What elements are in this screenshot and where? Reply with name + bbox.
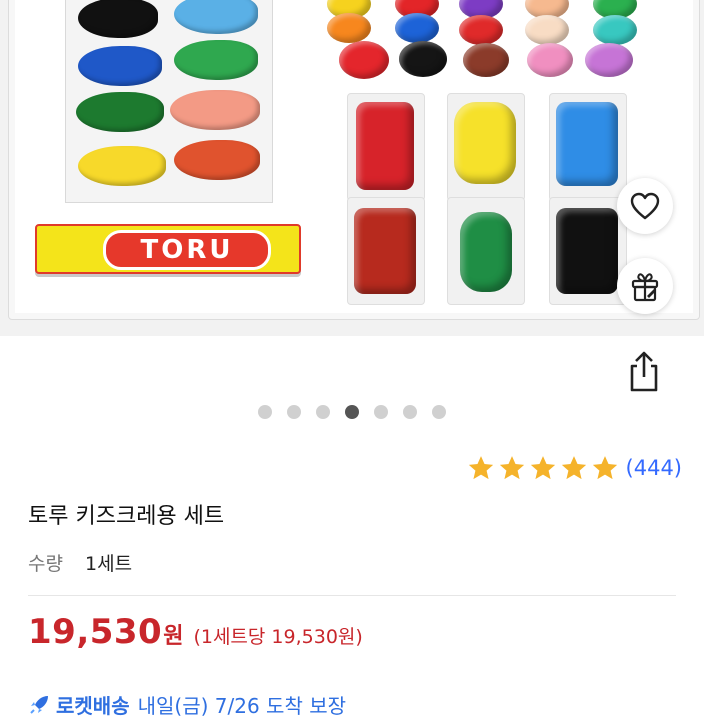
toru-brand-label: TORU xyxy=(103,230,271,270)
car-crayon-slot xyxy=(447,93,525,201)
price-currency: 원 xyxy=(163,624,184,649)
divider xyxy=(28,595,676,596)
bead-crayon xyxy=(327,13,371,43)
star-icon xyxy=(530,456,555,480)
car-crayon-slot xyxy=(347,197,425,305)
quantity-value: 1세트 xyxy=(85,553,133,575)
quantity-label: 수량 xyxy=(28,553,63,575)
review-count[interactable]: (444) xyxy=(626,456,682,480)
share-icon xyxy=(630,351,658,392)
black-car-crayon xyxy=(556,208,618,294)
bead-crayon xyxy=(395,13,439,43)
unit-price: (1세트당 19,530원) xyxy=(193,626,363,648)
delivery-info: 로켓배송 내일(금) 7/26 도착 보장 xyxy=(28,690,346,718)
yellow-dino-crayon xyxy=(78,146,166,186)
bead-crayon xyxy=(527,43,573,77)
star-icon xyxy=(592,456,617,480)
carousel-dot[interactable] xyxy=(287,405,301,419)
star-icon xyxy=(561,456,586,480)
orange-dino-crayon xyxy=(174,140,260,180)
toru-stick-crayon: TORU xyxy=(35,224,301,274)
wishlist-button[interactable] xyxy=(617,178,673,234)
darkred-car-crayon xyxy=(354,208,416,294)
car-crayon-slot xyxy=(549,197,627,305)
share-button[interactable] xyxy=(614,344,674,400)
car-crayon-slot xyxy=(549,93,627,201)
black-dino-crayon xyxy=(78,0,158,38)
bead-crayon xyxy=(339,41,389,79)
green-dino-crayon xyxy=(174,40,258,80)
carousel-dot-active[interactable] xyxy=(345,405,359,419)
red-car-crayon xyxy=(356,102,414,190)
salmon-dino-crayon xyxy=(170,90,260,130)
product-title: 토루 키즈크레용 세트 xyxy=(28,504,225,529)
price-amount: 19,530 xyxy=(28,612,163,652)
dinosaur-crayon-panel xyxy=(65,0,273,203)
gift-button[interactable] xyxy=(617,258,673,314)
darkgreen-dino-crayon xyxy=(76,92,164,132)
crayon-tray: TORU xyxy=(8,0,700,320)
carousel-dot[interactable] xyxy=(432,405,446,419)
heart-icon xyxy=(630,192,660,220)
image-carousel-indicator xyxy=(256,404,452,420)
bead-crayon xyxy=(399,41,447,77)
rocket-delivery-badge: 로켓배송 xyxy=(56,693,130,718)
bead-crayon xyxy=(463,43,509,77)
car-crayon-slot xyxy=(447,197,525,305)
yellow-car-crayon xyxy=(454,102,516,184)
carousel-dot[interactable] xyxy=(374,405,388,419)
carousel-dot[interactable] xyxy=(258,405,272,419)
car-crayon-slot xyxy=(347,93,425,201)
gift-icon xyxy=(631,273,659,302)
bead-crayon xyxy=(525,15,569,45)
rocket-icon xyxy=(30,696,48,714)
quantity-row: 수량 1세트 xyxy=(28,549,132,576)
product-rating[interactable]: (444) xyxy=(467,452,682,484)
bead-crayon xyxy=(593,15,637,45)
price-row: 19,530원 (1세트당 19,530원) xyxy=(28,612,363,652)
carousel-dot[interactable] xyxy=(403,405,417,419)
bead-crayon xyxy=(585,43,633,77)
blue-car-crayon xyxy=(556,102,618,186)
blue-dino-crayon xyxy=(78,46,162,86)
skyblue-dino-crayon xyxy=(174,0,258,34)
star-icon xyxy=(468,456,493,480)
product-image[interactable]: TORU xyxy=(0,0,704,336)
green-car-crayon xyxy=(460,212,512,292)
carousel-dot[interactable] xyxy=(316,405,330,419)
delivery-eta: 내일(금) 7/26 도착 보장 xyxy=(137,693,346,718)
star-icon xyxy=(499,456,524,480)
bead-crayon xyxy=(459,15,503,45)
